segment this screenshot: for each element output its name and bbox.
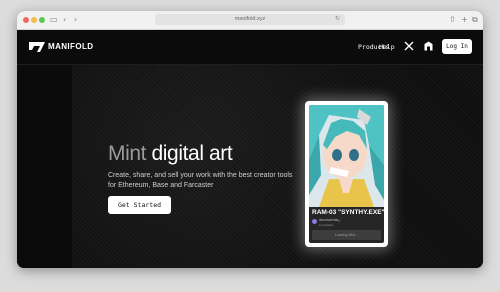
featured-meta: ● Available — [319, 223, 334, 227]
address-bar[interactable]: manifold.xyz ↻ — [155, 14, 345, 25]
new-tab-icon[interactable]: + — [461, 14, 468, 26]
forward-icon[interactable]: › — [74, 14, 77, 26]
x-icon[interactable] — [404, 41, 414, 51]
hero-title-mint: Mint — [108, 142, 147, 165]
tabs-icon[interactable]: ⧉ — [472, 14, 478, 26]
minimize-window-button[interactable] — [31, 17, 37, 23]
creator-avatar[interactable] — [312, 219, 317, 224]
get-started-button[interactable]: Get Started — [108, 196, 171, 214]
manifold-page: MANIFOLD Products Help Log In Mint digit… — [17, 30, 483, 268]
mint-button[interactable]: Loading Mint... — [312, 230, 381, 240]
sidebar-icon[interactable]: ▭ — [50, 14, 58, 26]
featured-title: RAM-03 "SYNTHY.EXE" — [312, 209, 384, 216]
browser-window: ▭ ‹ › manifold.xyz ↻ ⇧ + ⧉ MANIFOLD Prod… — [17, 11, 483, 268]
browser-toolbar: ▭ ‹ › manifold.xyz ↻ ⇧ + ⧉ — [17, 11, 483, 30]
manifold-logo-icon[interactable] — [29, 41, 45, 53]
maximize-window-button[interactable] — [39, 17, 45, 23]
hero-title-digital-art: digital art — [151, 142, 233, 165]
verified-icon: ✓ — [338, 218, 342, 223]
nav-link-help[interactable]: Help — [379, 43, 395, 51]
hero-title: Mint digital art — [108, 142, 233, 166]
background-pattern — [72, 64, 483, 268]
back-icon[interactable]: ‹ — [63, 14, 66, 26]
top-nav: MANIFOLD Products Help Log In — [17, 30, 483, 65]
store-icon[interactable] — [424, 41, 433, 51]
featured-artwork-image[interactable] — [309, 105, 384, 207]
creator-name[interactable]: aboutcarhas — [319, 218, 338, 222]
close-window-button[interactable] — [23, 17, 29, 23]
logo-text[interactable]: MANIFOLD — [48, 42, 93, 51]
featured-nft-card[interactable]: RAM-03 "SYNTHY.EXE" aboutcarhas ✓ ● Avai… — [309, 105, 384, 243]
login-button[interactable]: Log In — [442, 39, 472, 54]
share-icon[interactable]: ⇧ — [449, 14, 456, 26]
address-url: manifold.xyz — [234, 16, 266, 22]
reload-icon[interactable]: ↻ — [335, 14, 340, 25]
hero-subtitle: Create, share, and sell your work with t… — [108, 172, 293, 189]
